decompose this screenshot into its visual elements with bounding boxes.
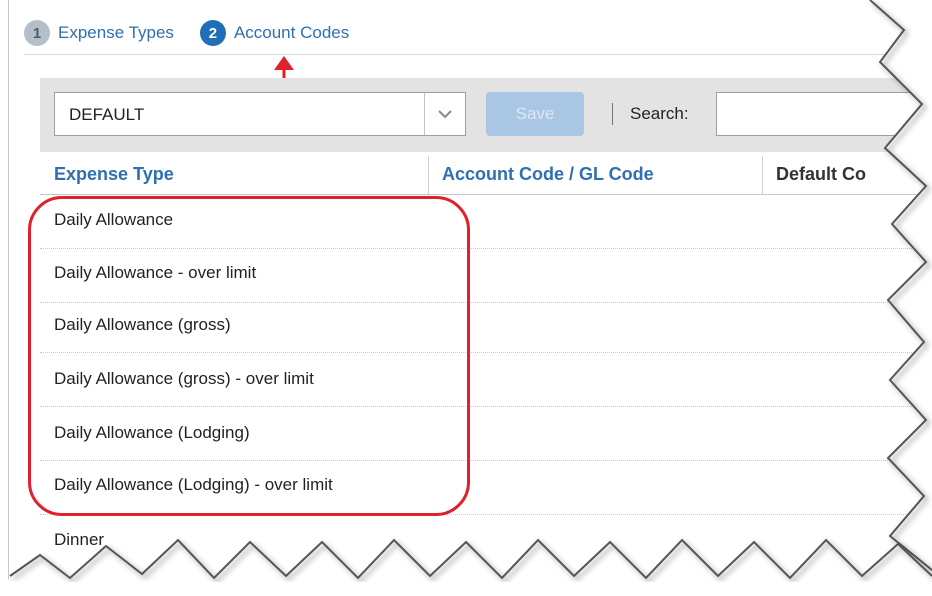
torn-edge-mask	[0, 0, 932, 596]
account-codes-panel: 1 Expense Types 2 Account Codes DEFAULT …	[0, 0, 932, 596]
